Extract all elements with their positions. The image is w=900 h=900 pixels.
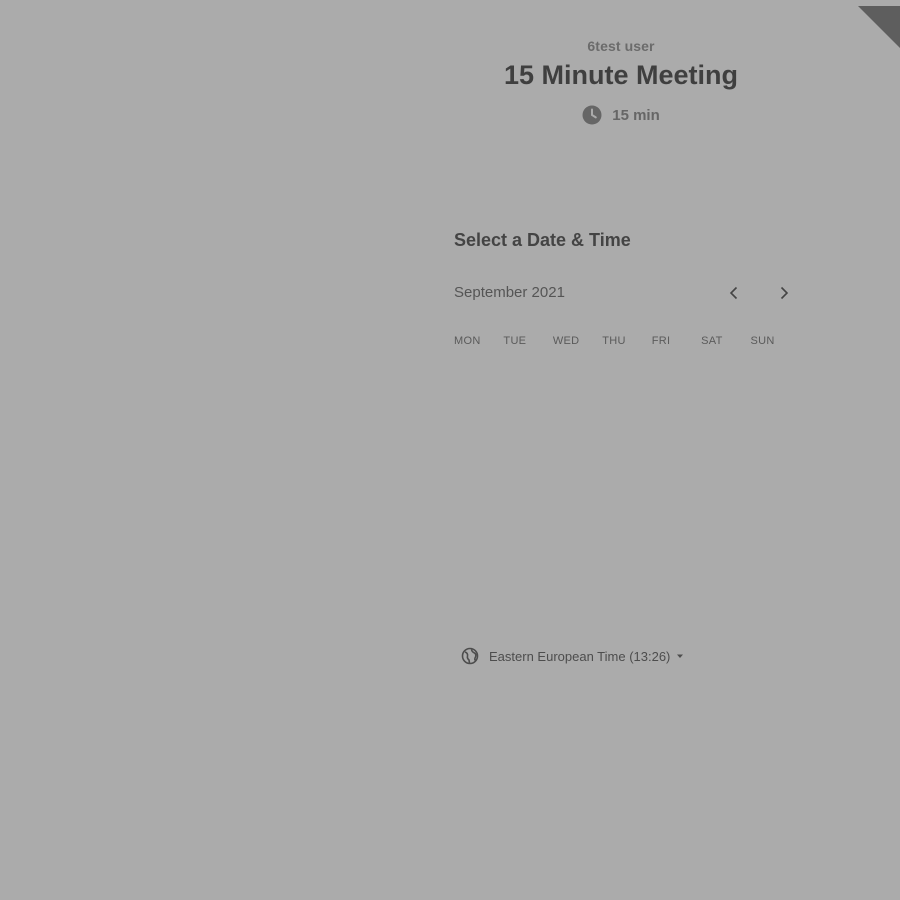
booking-page: 6test user 15 Minute Meeting 15 min Sele… <box>0 0 900 900</box>
chevron-left-icon <box>729 286 738 300</box>
organizer-name: 6test user <box>587 38 655 54</box>
weekday-label: MON <box>454 335 481 347</box>
next-month-button[interactable] <box>771 280 797 306</box>
chevron-right-icon <box>780 286 789 300</box>
weekday-label: SAT <box>701 335 723 347</box>
weekday-label: TUE <box>503 335 527 347</box>
previous-month-button[interactable] <box>721 280 747 306</box>
timezone-label: Eastern European Time (13:26) <box>489 648 671 664</box>
select-date-time-title: Select a Date & Time <box>454 230 631 250</box>
duration-label: 15 min <box>612 106 660 124</box>
weekday-label: SUN <box>750 335 775 347</box>
clock-icon <box>582 105 602 125</box>
weekday-label: WED <box>552 335 580 347</box>
event-title: 15 Minute Meeting <box>503 60 739 90</box>
month-navigation: September 2021 <box>454 284 800 304</box>
caret-down-icon <box>677 654 684 658</box>
weekday-label: FRI <box>651 335 671 347</box>
current-month: September 2021 <box>454 284 565 301</box>
corner-ribbon-icon[interactable] <box>858 6 900 48</box>
globe-icon <box>461 647 479 665</box>
weekday-label: THU <box>602 335 626 347</box>
timezone-selector[interactable]: Eastern European Time (13:26) <box>461 647 684 665</box>
event-duration: 15 min <box>582 105 660 125</box>
event-header: 6test user 15 Minute Meeting 15 min <box>440 38 802 130</box>
weekday-header: MON TUE WED THU FRI SAT SUN <box>454 335 800 347</box>
